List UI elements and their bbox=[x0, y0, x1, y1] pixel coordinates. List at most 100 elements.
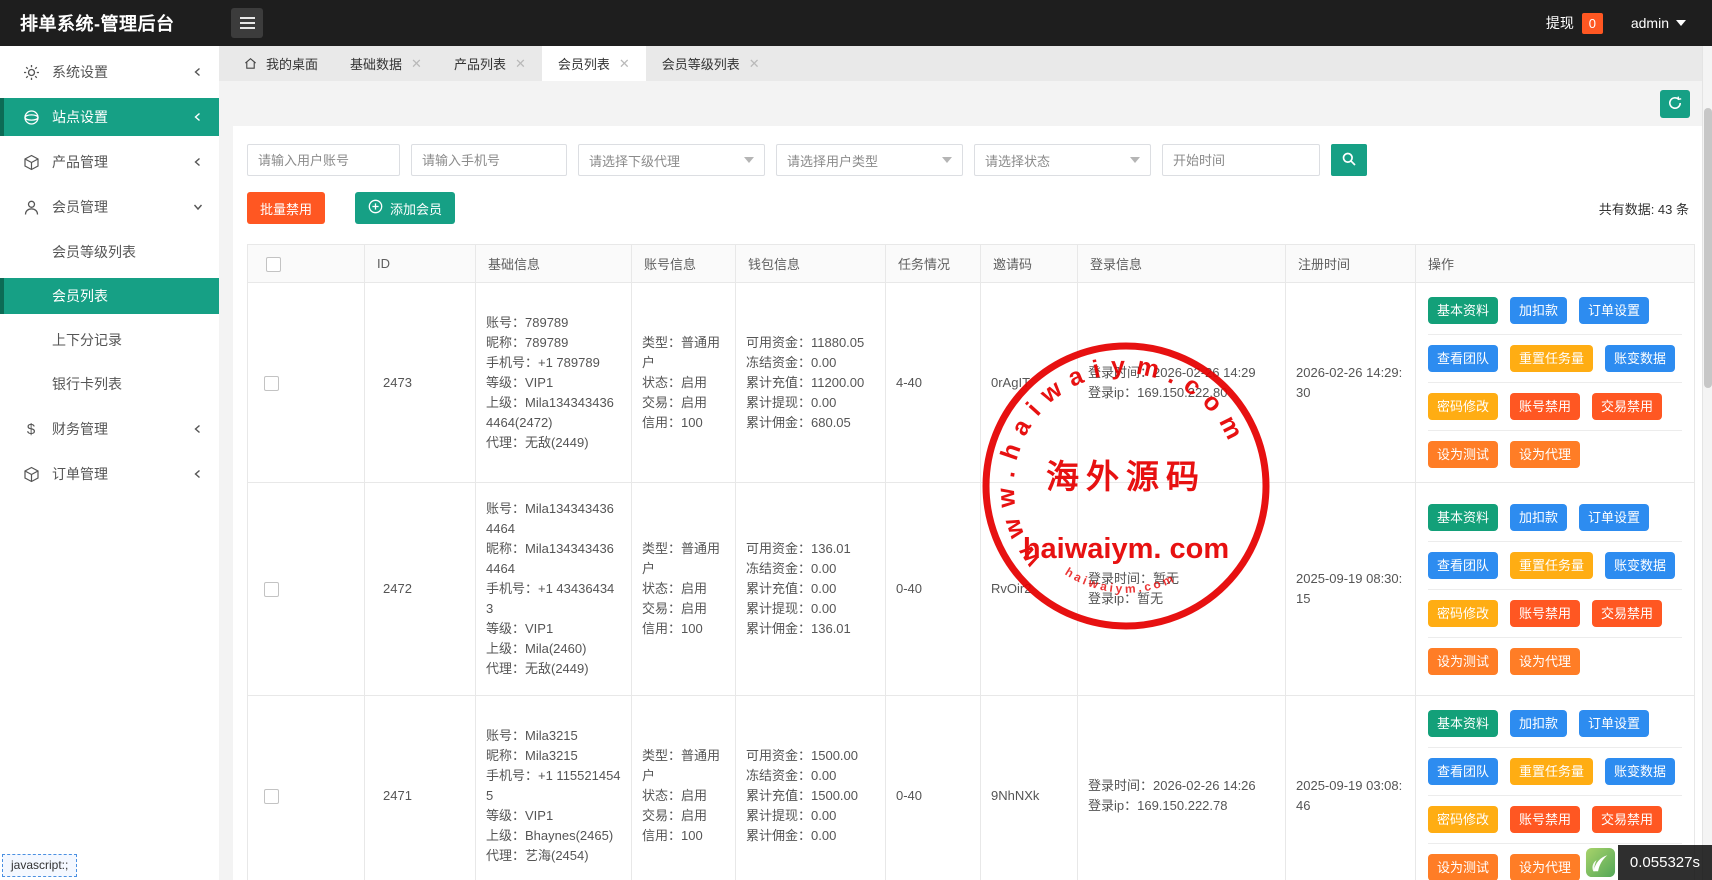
set-test-button[interactable]: 设为测试 bbox=[1428, 441, 1498, 468]
ban-account-button[interactable]: 账号禁用 bbox=[1510, 600, 1580, 627]
cell-basic-info: 账号：789789 昵称：789789 手机号：+1 789789 等级：VIP… bbox=[476, 283, 632, 483]
ban-account-button[interactable]: 账号禁用 bbox=[1510, 393, 1580, 420]
reset-task-button[interactable]: 重置任务量 bbox=[1510, 345, 1593, 372]
set-agent-button[interactable]: 设为代理 bbox=[1510, 441, 1580, 468]
cell-account-info: 类型：普通用户 状态：启用 交易：启用 信用：100 bbox=[632, 696, 736, 880]
reset-task-button[interactable]: 重置任务量 bbox=[1510, 758, 1593, 785]
view-team-button[interactable]: 查看团队 bbox=[1428, 758, 1498, 785]
view-team-button[interactable]: 查看团队 bbox=[1428, 345, 1498, 372]
change-password-button[interactable]: 密码修改 bbox=[1428, 393, 1498, 420]
basic-profile-button[interactable]: 基本资料 bbox=[1428, 710, 1498, 737]
adjust-funds-button[interactable]: 加扣款 bbox=[1510, 504, 1567, 531]
cell-wallet-info: 可用资金：1500.00 冻结资金：0.00 累计充值：1500.00 累计提现… bbox=[736, 696, 886, 880]
cell-task: 0-40 bbox=[886, 696, 981, 880]
order-settings-button[interactable]: 订单设置 bbox=[1579, 710, 1649, 737]
sidebar-item-system-settings[interactable]: 系统设置 bbox=[0, 53, 219, 91]
cube-icon bbox=[22, 153, 40, 171]
ban-trade-button[interactable]: 交易禁用 bbox=[1592, 806, 1662, 833]
sidebar-item-product-management[interactable]: 产品管理 bbox=[0, 143, 219, 181]
sidebar-item-member-list[interactable]: 会员列表 bbox=[0, 278, 219, 314]
row-checkbox[interactable] bbox=[264, 582, 279, 597]
tab-product-list[interactable]: 产品列表 ✕ bbox=[438, 46, 542, 81]
user-menu[interactable]: admin bbox=[1631, 15, 1686, 31]
col-invite: 邀请码 bbox=[981, 245, 1078, 283]
ledger-data-button[interactable]: 账变数据 bbox=[1605, 758, 1675, 785]
adjust-funds-button[interactable]: 加扣款 bbox=[1510, 710, 1567, 737]
set-test-button[interactable]: 设为测试 bbox=[1428, 648, 1498, 675]
content-area: 我的桌面 基础数据 ✕ 产品列表 ✕ 会员列表 ✕ 会员等级列表 ✕ 请选择下级… bbox=[219, 46, 1712, 880]
start-time-input[interactable] bbox=[1162, 144, 1320, 176]
chevron-down-icon bbox=[1676, 20, 1686, 26]
row-checkbox[interactable] bbox=[264, 789, 279, 804]
sidebar-item-updown-records[interactable]: 上下分记录 bbox=[0, 322, 219, 358]
plus-circle-icon bbox=[368, 199, 383, 217]
sidebar-item-member-management[interactable]: 会员管理 bbox=[0, 188, 219, 226]
tab-my-desktop[interactable]: 我的桌面 bbox=[228, 46, 334, 81]
thinkphp-logo-icon[interactable] bbox=[1584, 845, 1618, 880]
user-icon bbox=[22, 198, 40, 216]
reset-task-button[interactable]: 重置任务量 bbox=[1510, 552, 1593, 579]
chevron-left-icon bbox=[193, 155, 203, 170]
close-icon[interactable]: ✕ bbox=[411, 57, 422, 70]
col-login: 登录信息 bbox=[1078, 245, 1286, 283]
cell-login-info: 登录时间：2026-02-26 14:26 登录ip：169.150.222.7… bbox=[1078, 696, 1286, 880]
set-test-button[interactable]: 设为测试 bbox=[1428, 854, 1498, 880]
batch-disable-button[interactable]: 批量禁用 bbox=[247, 192, 325, 224]
change-password-button[interactable]: 密码修改 bbox=[1428, 806, 1498, 833]
cell-invite-code: 0rAgIT bbox=[981, 283, 1078, 483]
ledger-data-button[interactable]: 账变数据 bbox=[1605, 552, 1675, 579]
set-agent-button[interactable]: 设为代理 bbox=[1510, 648, 1580, 675]
col-ops: 操作 bbox=[1416, 245, 1695, 283]
refresh-button[interactable] bbox=[1660, 90, 1690, 118]
col-account: 账号信息 bbox=[632, 245, 736, 283]
col-reg: 注册时间 bbox=[1286, 245, 1416, 283]
close-icon[interactable]: ✕ bbox=[515, 57, 526, 70]
sidebar-item-bankcard-list[interactable]: 银行卡列表 bbox=[0, 366, 219, 402]
basic-profile-button[interactable]: 基本资料 bbox=[1428, 297, 1498, 324]
view-team-button[interactable]: 查看团队 bbox=[1428, 552, 1498, 579]
close-icon[interactable]: ✕ bbox=[619, 57, 630, 70]
change-password-button[interactable]: 密码修改 bbox=[1428, 600, 1498, 627]
agent-select[interactable]: 请选择下级代理 bbox=[578, 144, 765, 176]
tab-member-level-list[interactable]: 会员等级列表 ✕ bbox=[646, 46, 776, 81]
withdraw-menu[interactable]: 提现 0 bbox=[1546, 13, 1603, 34]
order-settings-button[interactable]: 订单设置 bbox=[1579, 504, 1649, 531]
select-all-checkbox[interactable] bbox=[266, 257, 281, 272]
sub-item-label: 会员列表 bbox=[52, 286, 108, 306]
chevron-left-icon bbox=[193, 467, 203, 482]
adjust-funds-button[interactable]: 加扣款 bbox=[1510, 297, 1567, 324]
tab-member-list[interactable]: 会员列表 ✕ bbox=[542, 46, 646, 81]
member-table: ID 基础信息 账号信息 钱包信息 任务情况 邀请码 登录信息 注册时间 操作 … bbox=[247, 244, 1695, 880]
debug-bar: 0.055327s bbox=[1584, 845, 1712, 880]
search-icon bbox=[1341, 151, 1357, 170]
status-select[interactable]: 请选择状态 bbox=[974, 144, 1151, 176]
search-button[interactable] bbox=[1331, 144, 1367, 176]
tab-basic-data[interactable]: 基础数据 ✕ bbox=[334, 46, 438, 81]
cell-id: 2471 bbox=[365, 696, 476, 880]
hamburger-menu-icon[interactable] bbox=[231, 8, 263, 38]
user-type-select[interactable]: 请选择用户类型 bbox=[776, 144, 963, 176]
basic-profile-button[interactable]: 基本资料 bbox=[1428, 504, 1498, 531]
phone-input[interactable] bbox=[411, 144, 567, 176]
sidebar-item-finance-management[interactable]: $ 财务管理 bbox=[0, 410, 219, 448]
ban-trade-button[interactable]: 交易禁用 bbox=[1592, 393, 1662, 420]
cell-id: 2473 bbox=[365, 283, 476, 483]
sidebar-item-member-level-list[interactable]: 会员等级列表 bbox=[0, 234, 219, 270]
add-member-button[interactable]: 添加会员 bbox=[355, 192, 455, 224]
order-settings-button[interactable]: 订单设置 bbox=[1579, 297, 1649, 324]
scrollbar-thumb[interactable] bbox=[1704, 108, 1712, 388]
withdraw-count-badge: 0 bbox=[1582, 13, 1603, 34]
username: admin bbox=[1631, 15, 1669, 31]
ledger-data-button[interactable]: 账变数据 bbox=[1605, 345, 1675, 372]
ban-account-button[interactable]: 账号禁用 bbox=[1510, 806, 1580, 833]
gear-icon bbox=[22, 63, 40, 81]
row-checkbox[interactable] bbox=[264, 376, 279, 391]
set-agent-button[interactable]: 设为代理 bbox=[1510, 854, 1580, 880]
sidebar-item-site-settings[interactable]: 站点设置 bbox=[0, 98, 219, 136]
sidebar-item-order-management[interactable]: 订单管理 bbox=[0, 455, 219, 493]
close-icon[interactable]: ✕ bbox=[749, 57, 760, 70]
ban-trade-button[interactable]: 交易禁用 bbox=[1592, 600, 1662, 627]
account-input[interactable] bbox=[247, 144, 400, 176]
cell-task: 4-40 bbox=[886, 283, 981, 483]
cell-actions: 基本资料 加扣款 订单设置 查看团队 重置任务量 账变数据 密码修改 账号禁用 … bbox=[1416, 483, 1695, 696]
